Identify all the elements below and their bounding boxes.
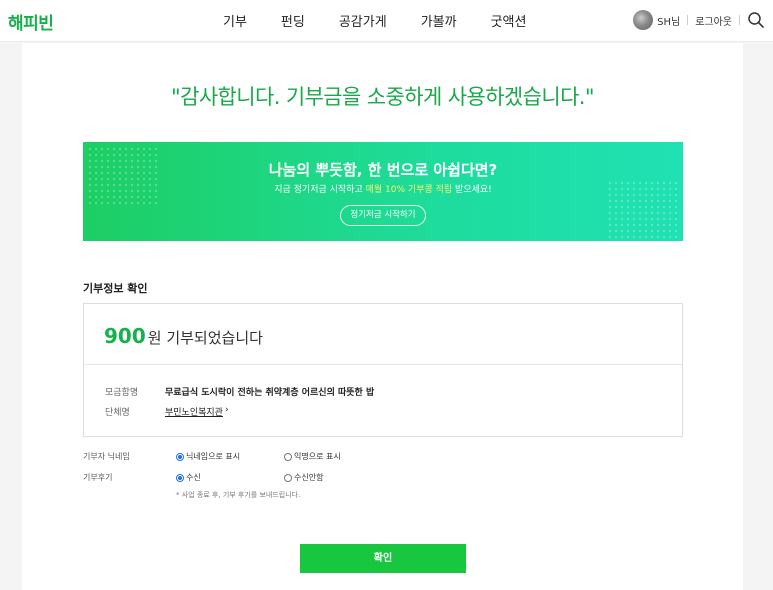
nickname-option-row: 기부자 닉네임 닉네임으로 표시 익명으로 표시: [83, 451, 392, 462]
logout-link[interactable]: 로그아웃: [695, 13, 732, 28]
regular-saving-banner[interactable]: 나눔의 뿌듯함, 한 번으로 아쉽다면? 지금 정기저금 시작하고 매월 10%…: [83, 142, 683, 241]
confirm-button[interactable]: 확인: [300, 544, 466, 573]
divider: [84, 364, 682, 365]
nav-item-donate[interactable]: 기부: [223, 11, 247, 30]
radio-label: 수신안함: [294, 473, 324, 482]
divider: [687, 15, 689, 25]
review-note: * 사업 종료 후, 기부 후기를 보내드립니다.: [176, 491, 301, 499]
nav-item-store[interactable]: 공감가게: [339, 11, 387, 30]
nav-item-good-action[interactable]: 굿액션: [491, 11, 527, 30]
donation-amount: 900: [104, 324, 146, 348]
radio-show-nickname[interactable]: 닉네임으로 표시: [176, 451, 284, 462]
donation-info-box: 900 원 기부되었습니다 모금함명 무료급식 도시락이 전하는 취약계층 어르…: [83, 303, 683, 437]
logo[interactable]: 해피빈: [8, 9, 54, 34]
top-navigation-bar: 해피빈 기부 펀딩 공감가게 가볼까 굿액션 SH님 로그아웃: [0, 0, 773, 42]
divider: [739, 15, 740, 25]
banner-subtitle-suffix: 받으세요!: [452, 185, 492, 195]
radio-label: 수신: [186, 473, 201, 482]
radio-receive-review[interactable]: 수신: [176, 472, 284, 483]
fundraiser-name: 무료급식 도시락이 전하는 취약계층 어르신의 따뜻한 밥: [165, 388, 375, 398]
user-name[interactable]: SH님: [657, 13, 680, 28]
review-option-label: 기부후기: [83, 473, 113, 482]
banner-subtitle: 지금 정기저금 시작하고 매월 10% 기부콩 적립 받으세요!: [83, 182, 683, 195]
donation-amount-text: 원 기부되었습니다: [147, 329, 263, 347]
radio-label: 익명으로 표시: [294, 452, 341, 461]
radio-selected-icon[interactable]: [176, 452, 184, 461]
nav-item-visit[interactable]: 가볼까: [421, 11, 457, 30]
user-area: SH님 로그아웃: [633, 10, 765, 30]
banner-title: 나눔의 뿌듯함, 한 번으로 아쉽다면?: [268, 161, 498, 179]
radio-label: 닉네임으로 표시: [186, 452, 241, 461]
fundraiser-row: 모금함명 무료급식 도시락이 전하는 취약계층 어르신의 따뜻한 밥: [105, 385, 374, 398]
chevron-right-icon: ›: [224, 405, 229, 415]
radio-unselected-icon[interactable]: [284, 473, 292, 482]
banner-subtitle-highlight: 매월 10% 기부콩 적립: [365, 185, 453, 195]
thanks-message: "감사합니다. 기부금을 소중하게 사용하겠습니다.": [171, 85, 595, 109]
avatar[interactable]: [633, 10, 654, 30]
radio-selected-icon[interactable]: [176, 473, 184, 482]
nickname-option-label: 기부자 닉네임: [83, 452, 130, 461]
start-regular-saving-button[interactable]: 정기저금 시작하기: [340, 205, 426, 226]
organization-row: 단체명 부민노인복지관 ›: [105, 405, 229, 418]
fundraiser-label: 모금함명: [105, 388, 139, 398]
banner-subtitle-prefix: 지금 정기저금 시작하고: [274, 185, 366, 195]
search-icon[interactable]: [747, 11, 765, 29]
organization-link[interactable]: 부민노인복지관: [165, 405, 223, 418]
organization-label: 단체명: [105, 408, 130, 418]
review-option-row: 기부후기 수신 수신안함: [83, 472, 392, 483]
radio-decline-review[interactable]: 수신안함: [284, 472, 392, 483]
radio-show-anonymous[interactable]: 익명으로 표시: [284, 451, 392, 462]
donation-complete-card: "감사합니다. 기부금을 소중하게 사용하겠습니다." 나눔의 뿌듯함, 한 번…: [22, 43, 743, 590]
main-nav: 기부 펀딩 공감가게 가볼까 굿액션: [223, 11, 560, 30]
radio-unselected-icon[interactable]: [284, 452, 292, 461]
amount-row: 900 원 기부되었습니다: [104, 324, 263, 348]
section-title: 기부정보 확인: [83, 282, 148, 295]
nav-item-funding[interactable]: 펀딩: [281, 11, 305, 30]
